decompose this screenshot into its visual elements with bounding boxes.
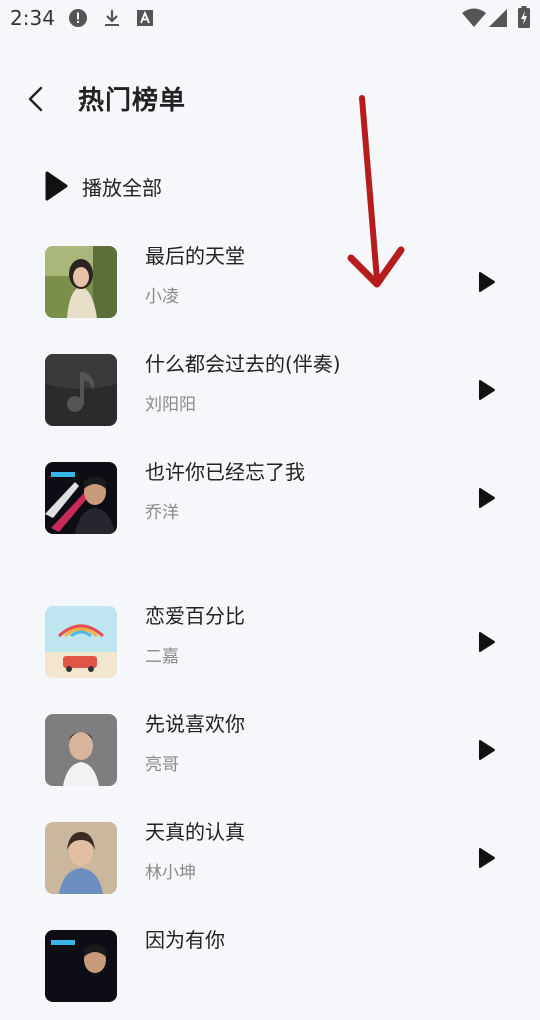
album-cover [45,714,117,786]
album-cover [45,246,117,318]
song-list: 最后的天堂 小凌 什么都会过去的(伴奏) 刘阳阳 也许你已经忘了我 乔洋 恋爱百… [0,0,540,1002]
song-play-button[interactable] [474,378,498,402]
song-play-button[interactable] [474,846,498,870]
song-list-item[interactable]: 什么都会过去的(伴奏) 刘阳阳 [0,344,540,444]
song-title: 天真的认真 [145,820,245,844]
song-artist: 林小坤 [145,863,196,883]
song-play-button[interactable] [474,630,498,654]
song-list-item[interactable]: 先说喜欢你 亮哥 [0,704,540,804]
song-play-button[interactable] [474,270,498,294]
song-artist: 乔洋 [145,503,179,523]
song-list-item[interactable]: 最后的天堂 小凌 [0,236,540,336]
song-title: 恋爱百分比 [145,604,245,628]
song-artist: 小凌 [145,287,179,307]
song-list-item[interactable]: 也许你已经忘了我 乔洋 [0,452,540,552]
play-icon [479,632,495,652]
play-icon [479,848,495,868]
song-list-item[interactable]: 因为有你 [0,920,540,1020]
album-cover [45,822,117,894]
play-icon [479,380,495,400]
song-play-button[interactable] [474,486,498,510]
song-title: 最后的天堂 [145,244,245,268]
song-title: 因为有你 [145,928,225,952]
album-cover [45,930,117,1002]
song-list-item[interactable]: 恋爱百分比 二嘉 [0,596,540,696]
song-artist: 二嘉 [145,647,179,667]
album-cover [45,606,117,678]
song-title: 也许你已经忘了我 [145,460,305,484]
album-cover [45,462,117,534]
song-artist: 刘阳阳 [145,395,196,415]
play-icon [479,488,495,508]
song-title: 先说喜欢你 [145,712,245,736]
play-icon [479,272,495,292]
album-cover [45,354,117,426]
song-title: 什么都会过去的(伴奏) [145,352,341,376]
annotation-arrow-icon [347,95,405,288]
song-play-button[interactable] [474,738,498,762]
play-icon [479,740,495,760]
song-artist: 亮哥 [145,755,179,775]
song-list-item[interactable]: 天真的认真 林小坤 [0,812,540,912]
